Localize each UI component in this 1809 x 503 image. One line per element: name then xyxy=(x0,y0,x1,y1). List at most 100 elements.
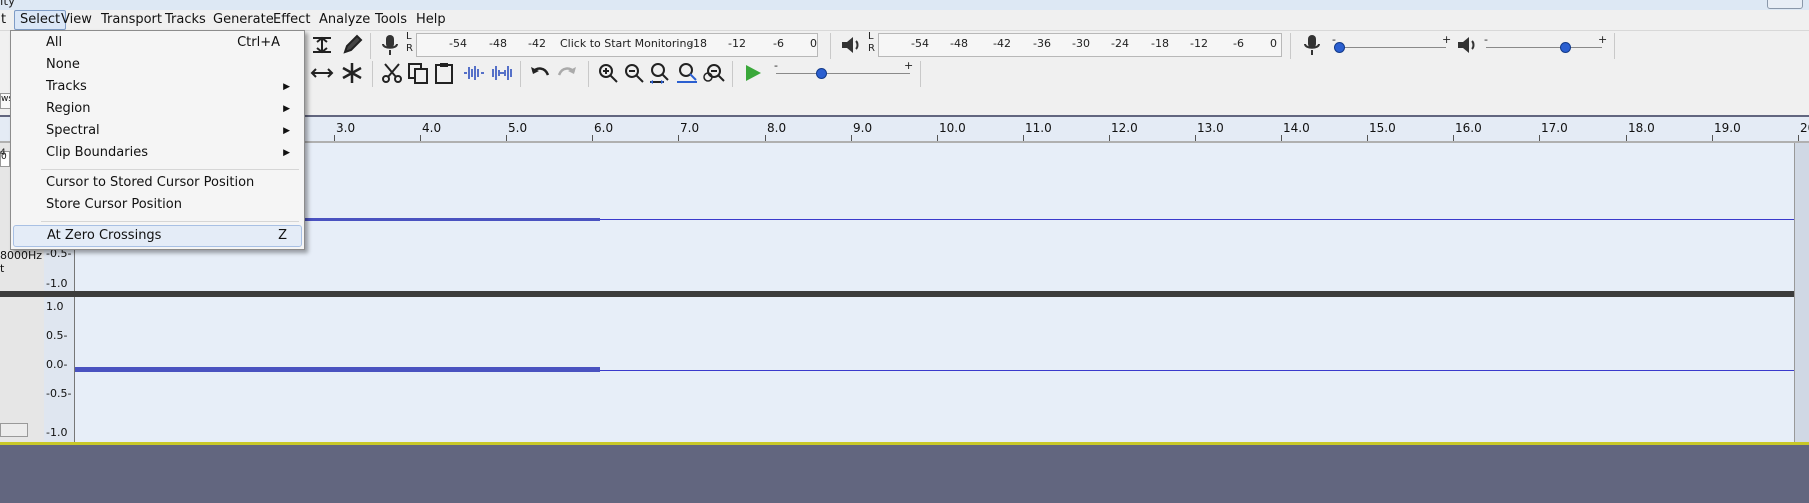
toolbar-separator xyxy=(732,61,733,87)
timeline-tick-mark xyxy=(1712,135,1713,141)
timeline-tick-mark xyxy=(420,135,421,141)
toolbar-separator xyxy=(1614,33,1615,59)
menu-analyze[interactable]: Analyze xyxy=(314,11,375,29)
play-meter-channel-l: L xyxy=(868,31,874,42)
timeline-tick-mark xyxy=(678,135,679,141)
draw-tool-icon[interactable] xyxy=(340,33,364,57)
menu-view[interactable]: View xyxy=(56,11,97,29)
timeline-tick-mark xyxy=(1539,135,1540,141)
menu-item-select-none[interactable]: None xyxy=(13,55,300,75)
play-meter-tick: -48 xyxy=(950,37,968,50)
menu-help[interactable]: Help xyxy=(411,11,451,29)
track-format-label: t xyxy=(0,262,5,275)
rec-meter-tick: -12 xyxy=(728,37,746,50)
toolbar-separator xyxy=(830,33,831,59)
play-speed-plus: + xyxy=(904,59,914,72)
timeline-tick-mark xyxy=(1453,135,1454,141)
timeline-tick-mark xyxy=(1023,135,1024,141)
menu-item-store-cursor[interactable]: Store Cursor Position xyxy=(13,195,300,215)
timeline-tick-label: 3.0 xyxy=(336,121,356,135)
play-meter-tick: -54 xyxy=(911,37,929,50)
menu-item-label: All xyxy=(46,35,63,50)
track-collapse-button[interactable] xyxy=(0,423,28,437)
timeline-tick-label: 7.0 xyxy=(680,121,700,135)
timeline-tick-label: 6.0 xyxy=(594,121,614,135)
toolbar-separator xyxy=(920,61,921,87)
vruler-label: 1.0 xyxy=(46,300,64,313)
fit-project-icon[interactable] xyxy=(675,61,699,85)
play-volume-plus: + xyxy=(1598,33,1608,46)
menu-item-cursor-to-stored[interactable]: Cursor to Stored Cursor Position xyxy=(13,173,300,193)
menu-item-label: At Zero Crossings xyxy=(47,228,162,243)
menu-item-shortcut: Ctrl+A xyxy=(237,35,280,50)
menu-transport[interactable]: Transport xyxy=(96,11,167,29)
menu-item-select-all[interactable]: All Ctrl+A xyxy=(13,33,300,53)
undo-icon[interactable] xyxy=(528,61,552,85)
menu-tracks[interactable]: Tracks xyxy=(160,11,211,29)
menu-item-label: Clip Boundaries xyxy=(46,145,148,160)
zoom-out-icon[interactable] xyxy=(622,61,646,85)
vruler-label: -1.0 xyxy=(46,426,68,439)
menu-item-spectral[interactable]: Spectral ▶ xyxy=(13,121,300,141)
recording-volume-thumb[interactable] xyxy=(1334,42,1345,53)
play-meter-tick: -30 xyxy=(1072,37,1090,50)
menu-effect[interactable]: Effect xyxy=(268,11,315,29)
start-monitoring-text[interactable]: Click to Start Monitoring xyxy=(560,37,693,50)
multi-tool-icon[interactable] xyxy=(340,61,364,85)
menu-item-clip-boundaries[interactable]: Clip Boundaries ▶ xyxy=(13,143,300,163)
rec-meter-channel-r: R xyxy=(406,43,413,54)
play-meter-tick: -6 xyxy=(1233,37,1244,50)
menu-item-label: Region xyxy=(46,101,91,116)
menu-item-shortcut: Z xyxy=(278,228,287,243)
menu-file-partial[interactable]: t xyxy=(0,11,11,29)
play-volume-minus: - xyxy=(1484,33,1488,46)
time-shift-icon[interactable] xyxy=(310,61,334,85)
timeline-tick-mark xyxy=(851,135,852,141)
timeline-tick-label: 18.0 xyxy=(1628,121,1655,135)
play-meter-tick: -18 xyxy=(1151,37,1169,50)
rec-meter-tick: -18 xyxy=(689,37,707,50)
zoom-in-icon[interactable] xyxy=(596,61,620,85)
play-speed-minus: - xyxy=(774,59,778,72)
audio-track-channel-1[interactable] xyxy=(75,143,1794,291)
redo-icon[interactable] xyxy=(555,61,579,85)
timeline-tick-label: 20.0 xyxy=(1800,121,1809,135)
toolbar-separator xyxy=(588,61,589,87)
timeline-tick-label: 12.0 xyxy=(1111,121,1138,135)
rec-volume-plus: + xyxy=(1442,33,1452,46)
play-meter-tick: -24 xyxy=(1111,37,1129,50)
trim-audio-icon[interactable] xyxy=(462,61,486,85)
menu-item-region[interactable]: Region ▶ xyxy=(13,99,300,119)
fit-selection-icon[interactable] xyxy=(648,61,672,85)
speaker-icon xyxy=(1456,33,1478,57)
playback-volume-thumb[interactable] xyxy=(1560,42,1571,53)
microphone-icon[interactable] xyxy=(380,33,400,57)
menu-item-zero-crossings[interactable]: At Zero Crossings Z xyxy=(13,225,302,247)
play-speed-slider[interactable] xyxy=(776,73,910,74)
recording-volume-slider[interactable] xyxy=(1334,47,1446,48)
play-meter-tick: -36 xyxy=(1033,37,1051,50)
track-bottom-border xyxy=(0,442,1809,445)
window-control-button[interactable] xyxy=(1767,0,1803,9)
play-meter-tick: -42 xyxy=(993,37,1011,50)
zoom-toggle-icon[interactable] xyxy=(702,61,726,85)
menu-item-tracks[interactable]: Tracks ▶ xyxy=(13,77,300,97)
copy-icon[interactable] xyxy=(406,61,430,85)
microphone-icon xyxy=(1302,33,1322,57)
cut-icon[interactable] xyxy=(380,61,404,85)
timeline-tick-mark xyxy=(1367,135,1368,141)
title-bar: ity xyxy=(0,0,1809,10)
timeline-tick-mark xyxy=(1281,135,1282,141)
speaker-icon[interactable] xyxy=(840,33,862,57)
playback-volume-slider[interactable] xyxy=(1486,47,1602,48)
play-meter-channel-r: R xyxy=(868,43,875,54)
silence-audio-icon[interactable] xyxy=(490,61,514,85)
paste-icon[interactable] xyxy=(432,61,456,85)
timeline-tick-label: 14.0 xyxy=(1283,121,1310,135)
zoom-vertical-icon[interactable] xyxy=(310,33,334,57)
toolbar-separator xyxy=(1290,33,1291,59)
menu-tools[interactable]: Tools xyxy=(370,11,412,29)
play-speed-thumb[interactable] xyxy=(816,68,827,79)
play-at-speed-icon[interactable] xyxy=(742,62,764,84)
vertical-scrollbar[interactable] xyxy=(1794,143,1809,443)
